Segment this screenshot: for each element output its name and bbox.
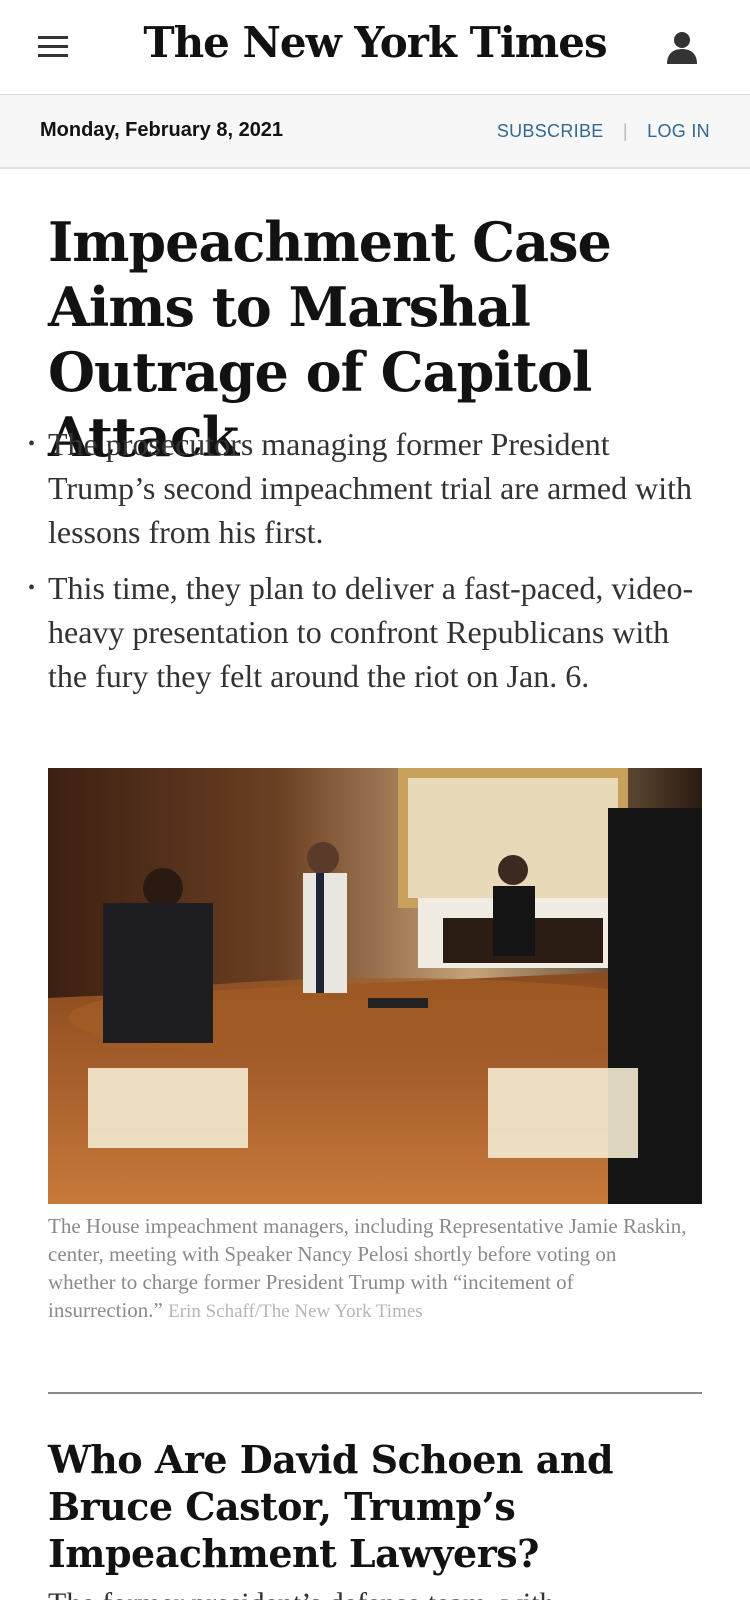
login-link[interactable]: LOG IN [647, 121, 710, 141]
section-divider [48, 1392, 702, 1394]
summary-bullet: The prosecutors managing former Presiden… [28, 422, 708, 554]
lead-photo[interactable] [48, 768, 702, 1204]
second-story-summary: The former president’s defense team, wit… [48, 1584, 708, 1600]
photo-caption: The House impeachment managers, includin… [48, 1212, 688, 1326]
auth-separator: | [622, 121, 628, 141]
summary-bullet: This time, they plan to deliver a fast-p… [28, 566, 708, 698]
subscribe-link[interactable]: SUBSCRIBE [497, 121, 604, 141]
user-account-icon[interactable] [666, 30, 698, 66]
photo-credit: Erin Schaff/The New York Times [168, 1301, 423, 1322]
lead-summary-list: The prosecutors managing former Presiden… [28, 422, 708, 710]
auth-links: SUBSCRIBE | LOG IN [497, 121, 710, 142]
date-bar: Monday, February 8, 2021 SUBSCRIBE | LOG… [0, 95, 750, 169]
current-date: Monday, February 8, 2021 [40, 119, 284, 141]
top-navigation-bar: The New York Times [0, 0, 750, 95]
second-story-headline[interactable]: Who Are David Schoen and Bruce Castor, T… [48, 1436, 718, 1577]
nyt-logo[interactable]: The New York Times [0, 18, 750, 67]
